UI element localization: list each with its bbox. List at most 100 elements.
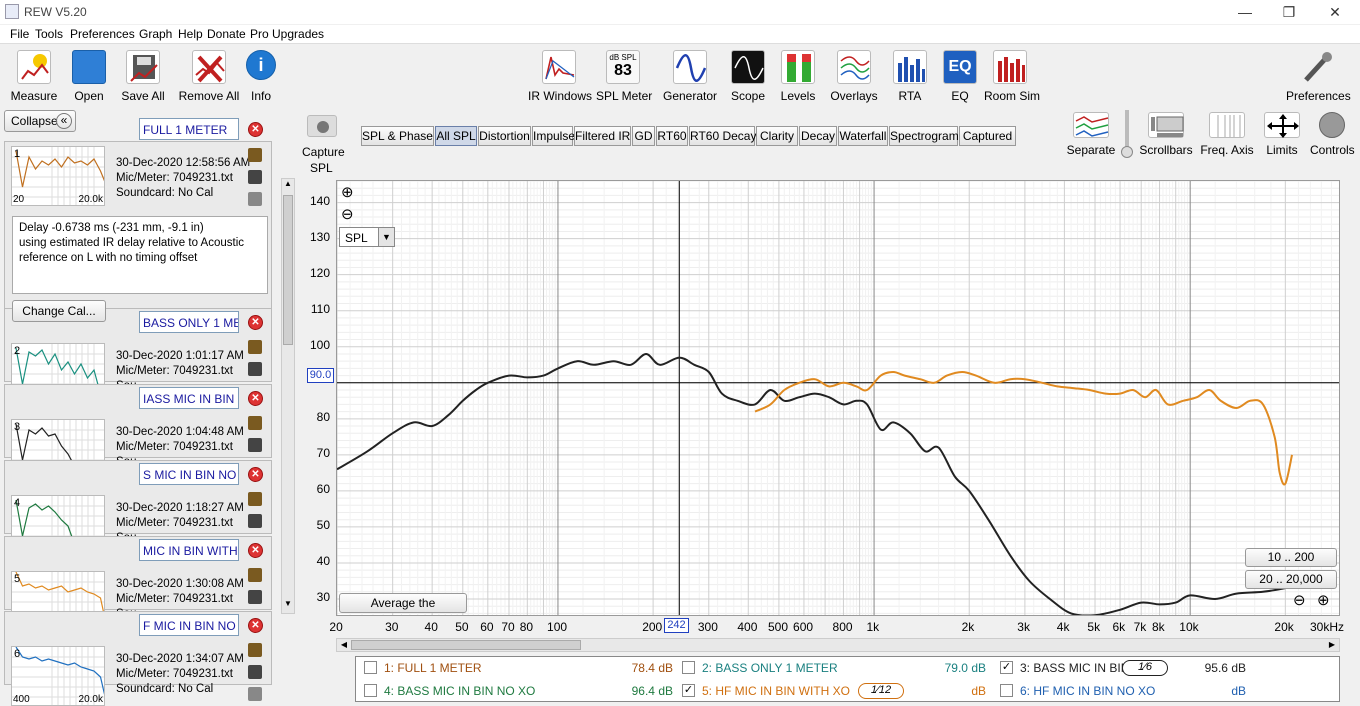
scroll-up-icon[interactable]: ▲ xyxy=(282,179,294,193)
scroll-thumb[interactable] xyxy=(283,195,293,345)
remove-measurement-icon[interactable]: ✕ xyxy=(248,467,263,482)
remove-all-button[interactable]: Remove All xyxy=(178,50,240,103)
pencil-icon[interactable] xyxy=(248,438,262,452)
scroll-down-icon[interactable]: ▼ xyxy=(282,599,294,613)
separate-slider[interactable] xyxy=(1121,110,1133,158)
measurement-name-field[interactable]: F MIC IN BIN NO XO xyxy=(139,614,239,636)
restore-button[interactable]: ❐ xyxy=(1274,2,1304,22)
left-scrollbar[interactable]: ▲ ▼ xyxy=(281,178,295,614)
measurement-name-field[interactable]: FULL 1 METER xyxy=(139,118,239,140)
capture-button[interactable]: Capture xyxy=(302,115,345,159)
tab-spl-phase[interactable]: SPL & Phase xyxy=(361,126,434,146)
scroll-right-icon[interactable]: ▶ xyxy=(1325,639,1339,651)
y-axis-select[interactable]: SPL ▼ xyxy=(339,227,395,247)
measure-button[interactable]: Measure xyxy=(8,50,60,103)
trace-checkbox[interactable] xyxy=(1000,684,1013,697)
save-all-button[interactable]: Save All xyxy=(120,50,166,103)
zoom-out-x-icon[interactable]: ⊖ xyxy=(1293,591,1306,609)
menu-donate[interactable]: Donate xyxy=(207,27,246,41)
remove-measurement-icon[interactable]: ✕ xyxy=(248,122,263,137)
tab-impulse[interactable]: Impulse xyxy=(532,126,575,146)
scrollbars-button[interactable]: Scrollbars xyxy=(1138,112,1194,157)
tab-spectrogram[interactable]: Spectrogram xyxy=(889,126,959,146)
info-button[interactable]: i Info xyxy=(246,50,276,103)
generator-button[interactable]: Generator xyxy=(662,50,718,103)
change-cal-button[interactable]: Change Cal... xyxy=(12,300,106,322)
notes-icon[interactable] xyxy=(248,192,262,206)
separate-button[interactable]: Separate xyxy=(1066,112,1116,157)
levels-button[interactable]: Levels xyxy=(778,50,818,103)
ruler-icon[interactable] xyxy=(248,416,262,430)
limits-button[interactable]: Limits xyxy=(1262,112,1302,157)
spl-graph[interactable]: ⊕ ⊖ SPL ▼ Average the Responses 10 .. 20… xyxy=(336,180,1340,616)
tab-rt60-decay[interactable]: RT60 Decay xyxy=(689,126,756,146)
trace-checkbox[interactable]: ✓ xyxy=(1000,661,1013,674)
spl-meter-button[interactable]: dB SPL 83 SPL Meter xyxy=(596,50,652,103)
trace-checkbox[interactable] xyxy=(364,684,377,697)
ruler-icon[interactable] xyxy=(248,568,262,582)
pencil-icon[interactable] xyxy=(248,590,262,604)
collapse-button[interactable]: Collapse « xyxy=(4,110,76,132)
pencil-icon[interactable] xyxy=(248,362,262,376)
zoom-in-x-icon[interactable]: ⊕ xyxy=(1317,591,1330,609)
tab-clarity[interactable]: Clarity xyxy=(756,126,798,146)
zoom-in-icon[interactable]: ⊕ xyxy=(341,183,354,201)
ruler-icon[interactable] xyxy=(248,340,262,354)
measurement-name-field[interactable]: BASS ONLY 1 MET xyxy=(139,311,239,333)
tab-captured[interactable]: Captured xyxy=(959,126,1016,146)
measurement-name-field[interactable]: IASS MIC IN BIN XO xyxy=(139,387,239,409)
remove-measurement-icon[interactable]: ✕ xyxy=(248,391,263,406)
menu-graph[interactable]: Graph xyxy=(139,27,172,41)
minimize-button[interactable]: — xyxy=(1230,2,1260,22)
trace-checkbox[interactable] xyxy=(364,661,377,674)
menu-file[interactable]: File xyxy=(10,27,29,41)
measurement-thumbnail[interactable]: 1 20 20.0k xyxy=(11,146,105,206)
pencil-icon[interactable] xyxy=(248,170,262,184)
close-window-button[interactable]: ✕ xyxy=(1320,2,1350,22)
open-button[interactable]: Open xyxy=(68,50,110,103)
range-20-20000-button[interactable]: 20 .. 20,000 xyxy=(1245,570,1337,589)
menu-tools[interactable]: Tools xyxy=(35,27,63,41)
preferences-button[interactable]: Preferences xyxy=(1286,50,1351,103)
notes-icon[interactable] xyxy=(248,687,262,701)
menu-pro-upgrades[interactable]: Pro Upgrades xyxy=(250,27,324,41)
tab-all-spl[interactable]: All SPL xyxy=(435,126,477,146)
smoothing-badge[interactable]: 1⁄6 xyxy=(1122,660,1168,676)
room-sim-button[interactable]: Room Sim xyxy=(984,50,1040,103)
eq-button[interactable]: EQ EQ xyxy=(942,50,978,103)
tab-rt60[interactable]: RT60 xyxy=(656,126,688,146)
pencil-icon[interactable] xyxy=(248,665,262,679)
ruler-icon[interactable] xyxy=(248,492,262,506)
overlays-button[interactable]: Overlays xyxy=(828,50,880,103)
graph-h-scrollbar[interactable]: ◀ ▶ xyxy=(336,638,1340,652)
scope-button[interactable]: Scope xyxy=(728,50,768,103)
average-responses-button[interactable]: Average the Responses xyxy=(339,593,467,615)
tab-filtered-ir[interactable]: Filtered IR xyxy=(574,126,631,146)
zoom-out-icon[interactable]: ⊖ xyxy=(341,205,354,223)
range-10-200-button[interactable]: 10 .. 200 xyxy=(1245,548,1337,567)
rta-button[interactable]: RTA xyxy=(892,50,928,103)
tab-gd[interactable]: GD xyxy=(632,126,655,146)
remove-measurement-icon[interactable]: ✕ xyxy=(248,315,263,330)
scroll-left-icon[interactable]: ◀ xyxy=(337,639,351,651)
tab-decay[interactable]: Decay xyxy=(799,126,837,146)
ruler-icon[interactable] xyxy=(248,148,262,162)
trace-checkbox[interactable]: ✓ xyxy=(682,684,695,697)
remove-measurement-icon[interactable]: ✕ xyxy=(248,618,263,633)
ir-windows-button[interactable]: IR Windows xyxy=(528,50,592,103)
measurement-thumbnail[interactable]: 6 400 20.0k xyxy=(11,646,105,706)
tab-waterfall[interactable]: Waterfall xyxy=(838,126,888,146)
trace-checkbox[interactable] xyxy=(682,661,695,674)
controls-button[interactable]: Controls xyxy=(1310,112,1355,157)
slider-knob[interactable] xyxy=(1121,146,1133,158)
menu-help[interactable]: Help xyxy=(178,27,203,41)
h-scroll-thumb[interactable] xyxy=(351,640,581,650)
measurement-name-field[interactable]: S MIC IN BIN NO XO xyxy=(139,463,239,485)
pencil-icon[interactable] xyxy=(248,514,262,528)
menu-preferences[interactable]: Preferences xyxy=(70,27,135,41)
smoothing-badge[interactable]: 1⁄12 xyxy=(858,683,904,699)
remove-measurement-icon[interactable]: ✕ xyxy=(248,543,263,558)
freq-axis-button[interactable]: Freq. Axis xyxy=(1200,112,1254,157)
measurement-name-field[interactable]: MIC IN BIN WITH XO xyxy=(139,539,239,561)
ruler-icon[interactable] xyxy=(248,643,262,657)
